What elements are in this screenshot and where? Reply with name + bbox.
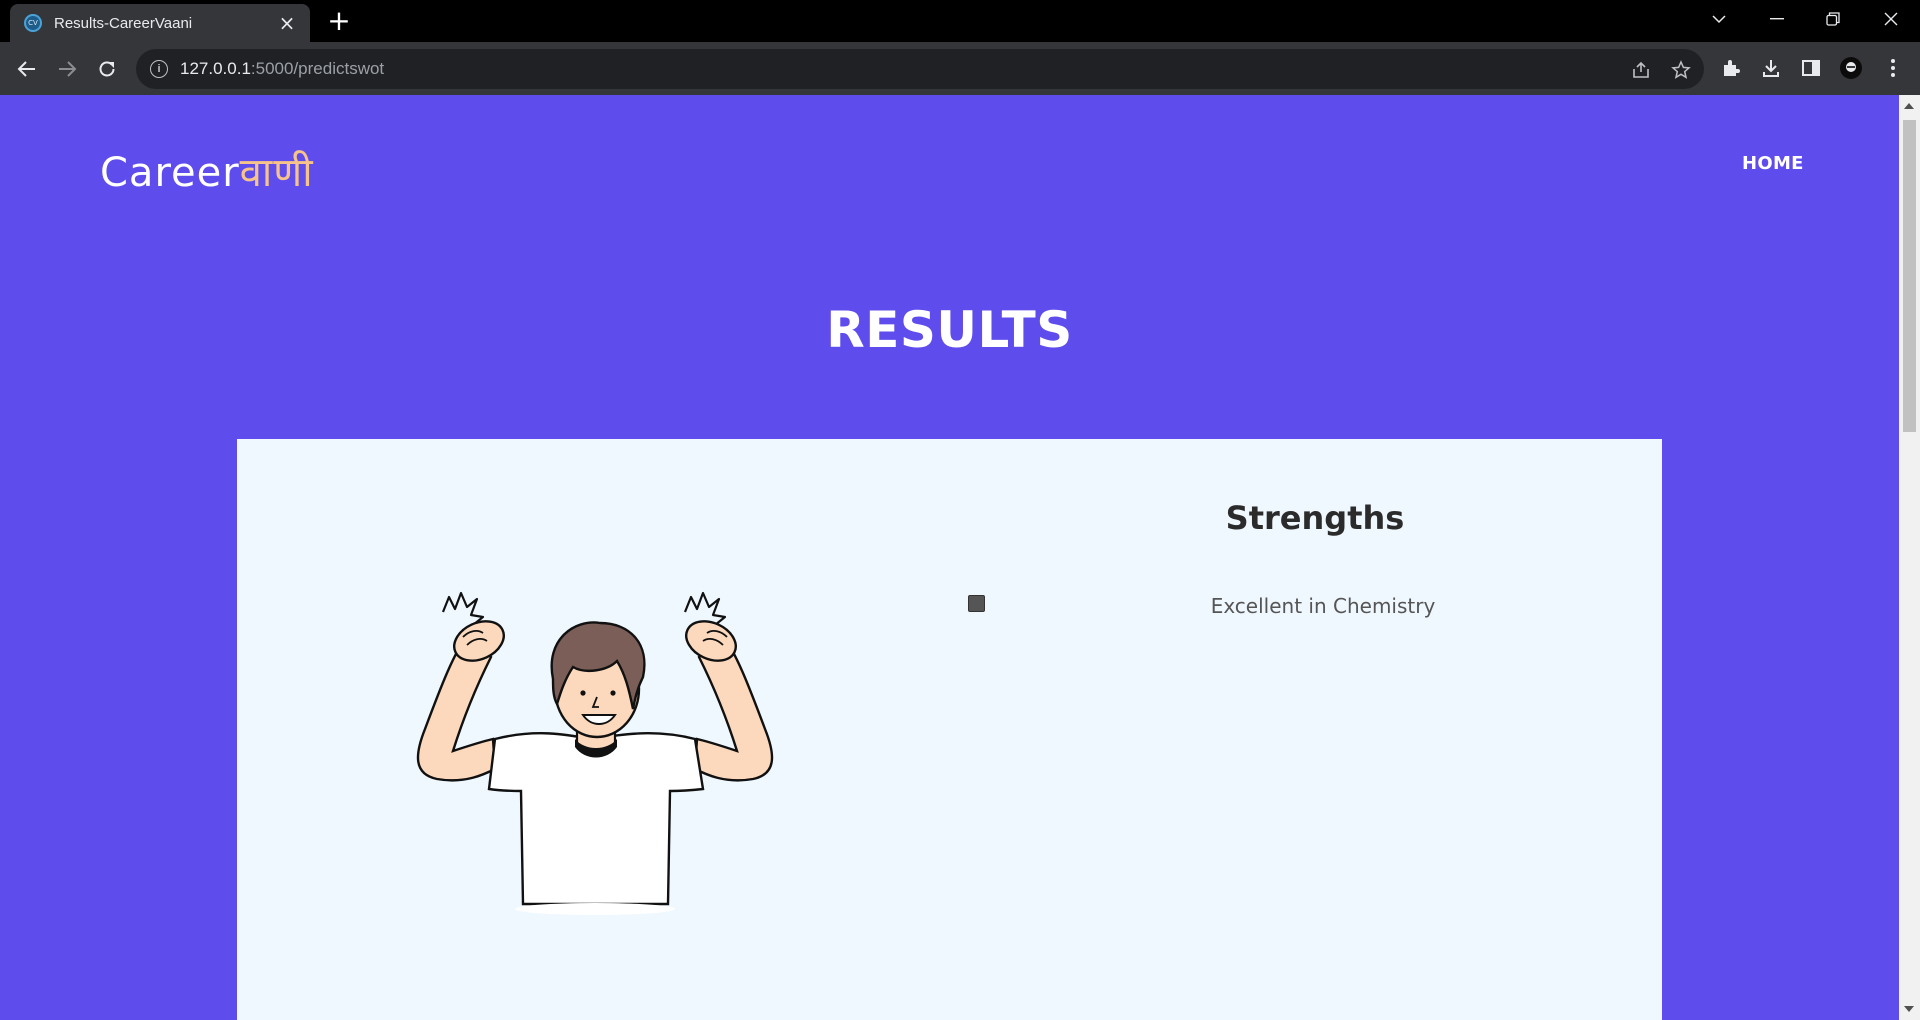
browser-toolbar: i 127.0.0.1:5000/predictswot (0, 42, 1920, 95)
logo-text-latin: Career (100, 150, 240, 196)
page-title: RESULTS (826, 301, 1073, 359)
bullet-marker (968, 595, 985, 612)
forward-icon[interactable] (52, 54, 82, 84)
site-info-icon[interactable]: i (150, 60, 168, 78)
share-icon[interactable] (1630, 59, 1652, 81)
address-bar[interactable]: i 127.0.0.1:5000/predictswot (136, 49, 1704, 89)
site-logo[interactable]: Careerवाणी (100, 143, 314, 198)
favicon-icon: CV (24, 14, 42, 32)
side-panel-icon[interactable] (1798, 55, 1824, 81)
strength-item: Excellent in Chemistry (1210, 594, 1436, 618)
url-text: 127.0.0.1:5000/predictswot (180, 59, 384, 79)
strengths-title: Strengths (1225, 499, 1405, 537)
page-viewport: Careerवाणी HOME RESULTS Strengths Excell… (0, 95, 1899, 1020)
favicon-text: CV (28, 19, 38, 27)
tab-search-icon[interactable] (1694, 0, 1744, 38)
url-host: 127.0.0.1 (180, 59, 251, 78)
url-path: :5000/predictswot (250, 59, 385, 78)
tab-close-icon[interactable]: × (276, 13, 298, 33)
nav-home-link[interactable]: HOME (1742, 153, 1804, 174)
profile-avatar-icon[interactable] (1838, 55, 1864, 81)
menu-icon[interactable] (1880, 55, 1906, 81)
close-window-icon[interactable] (1866, 0, 1916, 38)
bookmark-star-icon[interactable] (1670, 59, 1692, 81)
extensions-icon[interactable] (1718, 55, 1744, 81)
back-icon[interactable] (12, 54, 42, 84)
scroll-up-icon[interactable] (1904, 103, 1914, 109)
logo-text-devanagari: वाणी (239, 150, 314, 196)
download-icon[interactable] (1758, 55, 1784, 81)
tab-title: Results-CareerVaani (54, 14, 193, 32)
minimize-icon[interactable] (1752, 0, 1802, 38)
strengths-card: Strengths Excellent in Chemistry (237, 439, 1662, 1020)
scroll-down-icon[interactable] (1904, 1006, 1914, 1012)
reload-icon[interactable] (92, 54, 122, 84)
restore-icon[interactable] (1808, 0, 1858, 38)
browser-tab-strip: CV Results-CareerVaani × + (0, 0, 1920, 42)
flexing-person-illustration (416, 591, 774, 915)
browser-tab[interactable]: CV Results-CareerVaani × (10, 4, 310, 42)
new-tab-icon[interactable]: + (324, 7, 354, 36)
page-scrollbar[interactable] (1899, 95, 1920, 1020)
scrollbar-thumb[interactable] (1903, 120, 1916, 432)
